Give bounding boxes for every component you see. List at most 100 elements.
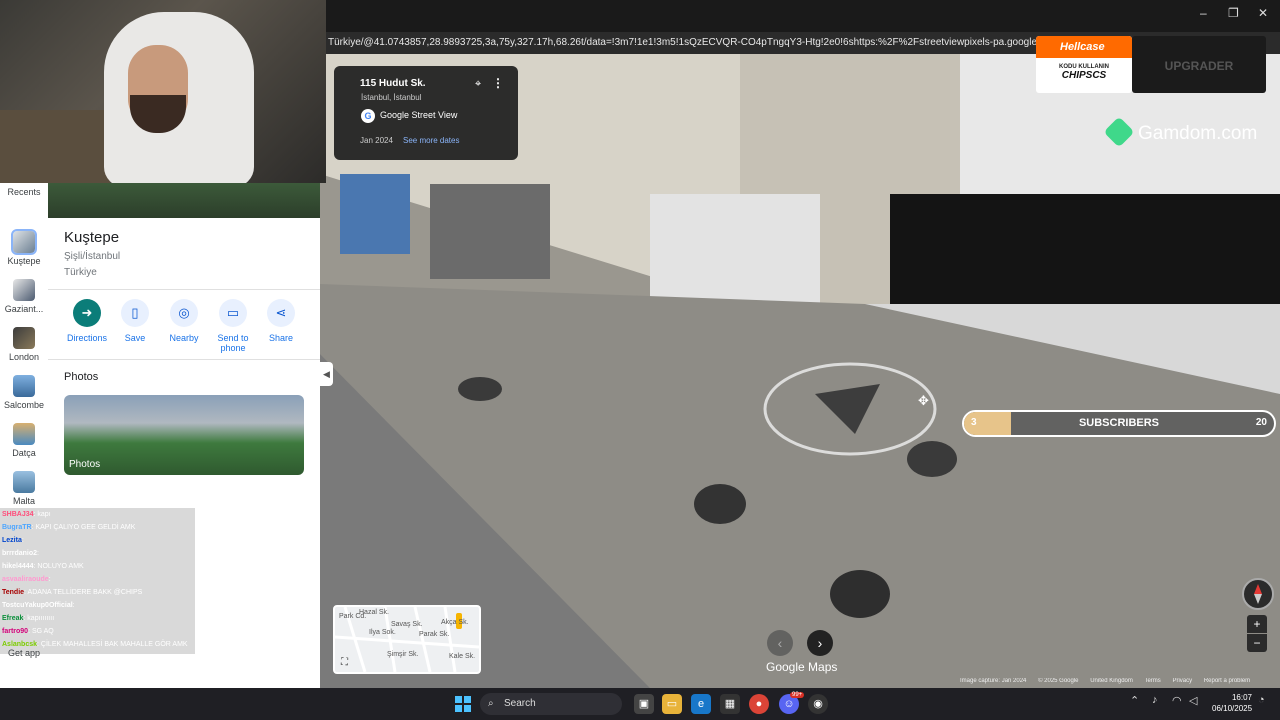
chevron-up-icon[interactable]: ⌃: [1130, 694, 1139, 707]
mini-map[interactable]: Park Cd. Hazal Sk. Ilya Sok. Savaş Sk. P…: [333, 605, 481, 674]
wifi-icon[interactable]: ◠: [1172, 694, 1182, 707]
clock-time: 16:07: [1231, 693, 1252, 702]
notification-badge: 99+: [790, 692, 805, 698]
microphone-icon[interactable]: ♪: [1152, 694, 1158, 706]
recent-label: London: [8, 352, 40, 362]
webcam-overlay: [0, 0, 326, 183]
minimap-street: Akça Sk.: [441, 619, 469, 626]
divider: [48, 289, 320, 290]
minimap-street: Parak Sk.: [419, 631, 450, 638]
footer-report[interactable]: Report a problem: [1204, 678, 1250, 684]
chat-text: : SG AQ: [28, 628, 54, 635]
windows-start-icon[interactable]: [455, 696, 471, 712]
chat-username: brrrdanio2: [2, 550, 38, 557]
footer-region[interactable]: United Kingdom: [1090, 678, 1133, 684]
place-thumbnail: [13, 375, 35, 397]
recent-london[interactable]: London: [0, 327, 48, 362]
save-button[interactable]: ▯ Save: [111, 299, 159, 343]
recent-label: Datça: [12, 448, 36, 458]
hellcase-code: CHIPSCS: [1061, 70, 1107, 81]
more-options-icon[interactable]: ⋮: [492, 76, 504, 90]
volume-icon[interactable]: ◁: [1189, 694, 1197, 707]
chat-message: Efreak: kapıııııııı: [0, 612, 195, 625]
see-more-dates-link[interactable]: See more dates: [403, 136, 459, 145]
chat-text: : NOLUYO AMK: [33, 563, 84, 570]
file-explorer-icon[interactable]: ▭: [662, 694, 682, 714]
place-actions: ➜ Directions ▯ Save ◎ Nearby ▭ Send to p…: [48, 299, 320, 359]
chat-username: hikel4444: [2, 563, 34, 570]
browser-titlebar: [326, 0, 1280, 32]
search-icon: ⌕: [488, 698, 494, 709]
next-button[interactable]: ›: [807, 630, 833, 656]
expand-icon[interactable]: ⛶: [341, 657, 348, 668]
recent-malta[interactable]: Malta: [0, 471, 48, 506]
chevron-left-icon: ‹: [777, 635, 783, 651]
maximize-icon[interactable]: ❐: [1228, 6, 1239, 20]
chat-text: : kapıııııııı: [23, 615, 55, 622]
chrome-icon[interactable]: ●: [749, 694, 769, 714]
recent-datca[interactable]: Datça: [0, 423, 48, 458]
taskbar-search[interactable]: ⌕ Search: [480, 693, 622, 715]
send-to-phone-button[interactable]: ▭ Send to phone: [209, 299, 257, 353]
recent-label: Salcombe: [3, 400, 45, 410]
minus-icon: −: [1253, 636, 1261, 650]
footer-capture: Image capture: Jan 2024: [960, 678, 1027, 684]
obs-icon[interactable]: ◉: [808, 694, 828, 714]
compass-icon[interactable]: [1242, 578, 1274, 610]
place-country: Türkiye: [64, 267, 97, 278]
chat-text: :: [21, 537, 24, 544]
chat-username: TostcuYakup0Official: [2, 602, 73, 609]
chat-message: BugraTR: KAPI ÇALIYO GEE GELDİ AMK: [0, 521, 195, 534]
stream-chat: SHBAJ34: kapı BugraTR: KAPI ÇALIYO GEE GE…: [0, 508, 195, 654]
get-app-button[interactable]: Get app: [0, 648, 48, 658]
chat-message: TostcuYakup0Official:: [0, 599, 195, 612]
close-icon[interactable]: ✕: [1258, 6, 1268, 20]
zoom-in-button[interactable]: +: [1247, 615, 1267, 633]
streetview-brand: Google Street View: [380, 110, 458, 120]
chat-text: : kapı: [33, 511, 51, 518]
minimap-street: Savaş Sk.: [391, 621, 423, 628]
taskbar-clock[interactable]: 16:07 06/10/2025: [1212, 692, 1252, 714]
zoom-out-button[interactable]: −: [1247, 634, 1267, 652]
place-thumbnail: [13, 279, 35, 301]
chat-username: asvaaliraoude: [2, 576, 49, 583]
chat-message: fartro90: SG AQ: [0, 625, 195, 638]
chat-username: Efreak: [2, 615, 24, 622]
plus-icon: +: [1253, 617, 1261, 631]
upgrader-banner: UPGRADER: [1132, 36, 1266, 93]
chat-username: Aslanbcsk: [2, 641, 38, 648]
hellcase-logo: Hellcase: [1036, 36, 1132, 58]
location-pin-icon[interactable]: ⌖: [475, 78, 481, 91]
gamdom-logo-icon: [1103, 116, 1135, 148]
chat-message: Lezita:: [0, 534, 195, 547]
chat-message: asvaaliraoude:: [0, 573, 195, 586]
capture-date: Jan 2024: [360, 136, 393, 145]
footer-terms[interactable]: Terms: [1144, 678, 1160, 684]
chat-message: Tendie: ADANA TELLİDERE BAKK @CHIPS: [0, 586, 195, 599]
chat-message: hikel4444: NOLUYO AMK: [0, 560, 195, 573]
action-label: Nearby: [169, 333, 199, 343]
recents-heading: Recents: [7, 187, 41, 197]
place-thumbnail: [11, 229, 37, 255]
chat-username: Tendie: [2, 589, 25, 596]
recent-salcombe[interactable]: Salcombe: [0, 375, 48, 410]
recent-kustepe[interactable]: Kuştepe: [0, 229, 48, 266]
photos-thumbnail[interactable]: Photos: [64, 395, 304, 475]
place-thumbnail: [13, 327, 35, 349]
nearby-button[interactable]: ◎ Nearby: [160, 299, 208, 343]
share-button[interactable]: ⋖ Share: [257, 299, 305, 343]
notifications-icon[interactable]: ◔: [1258, 694, 1265, 706]
minimize-icon[interactable]: –: [1200, 6, 1207, 20]
collapse-panel-button[interactable]: ◀: [320, 362, 333, 386]
store-icon[interactable]: ▦: [720, 694, 740, 714]
action-label: Send to phone: [217, 333, 249, 353]
previous-button[interactable]: ‹: [767, 630, 793, 656]
subscriber-goal-bar: 3 SUBSCRIBERS 20: [962, 410, 1276, 437]
photos-heading: Photos: [64, 371, 99, 383]
recent-gaziantep[interactable]: Gaziant...: [0, 279, 48, 314]
action-label: Save: [124, 333, 146, 343]
directions-button[interactable]: ➜ Directions: [63, 299, 111, 343]
footer-privacy[interactable]: Privacy: [1172, 678, 1192, 684]
task-view-icon[interactable]: ▣: [634, 694, 654, 714]
edge-icon[interactable]: e: [691, 694, 711, 714]
